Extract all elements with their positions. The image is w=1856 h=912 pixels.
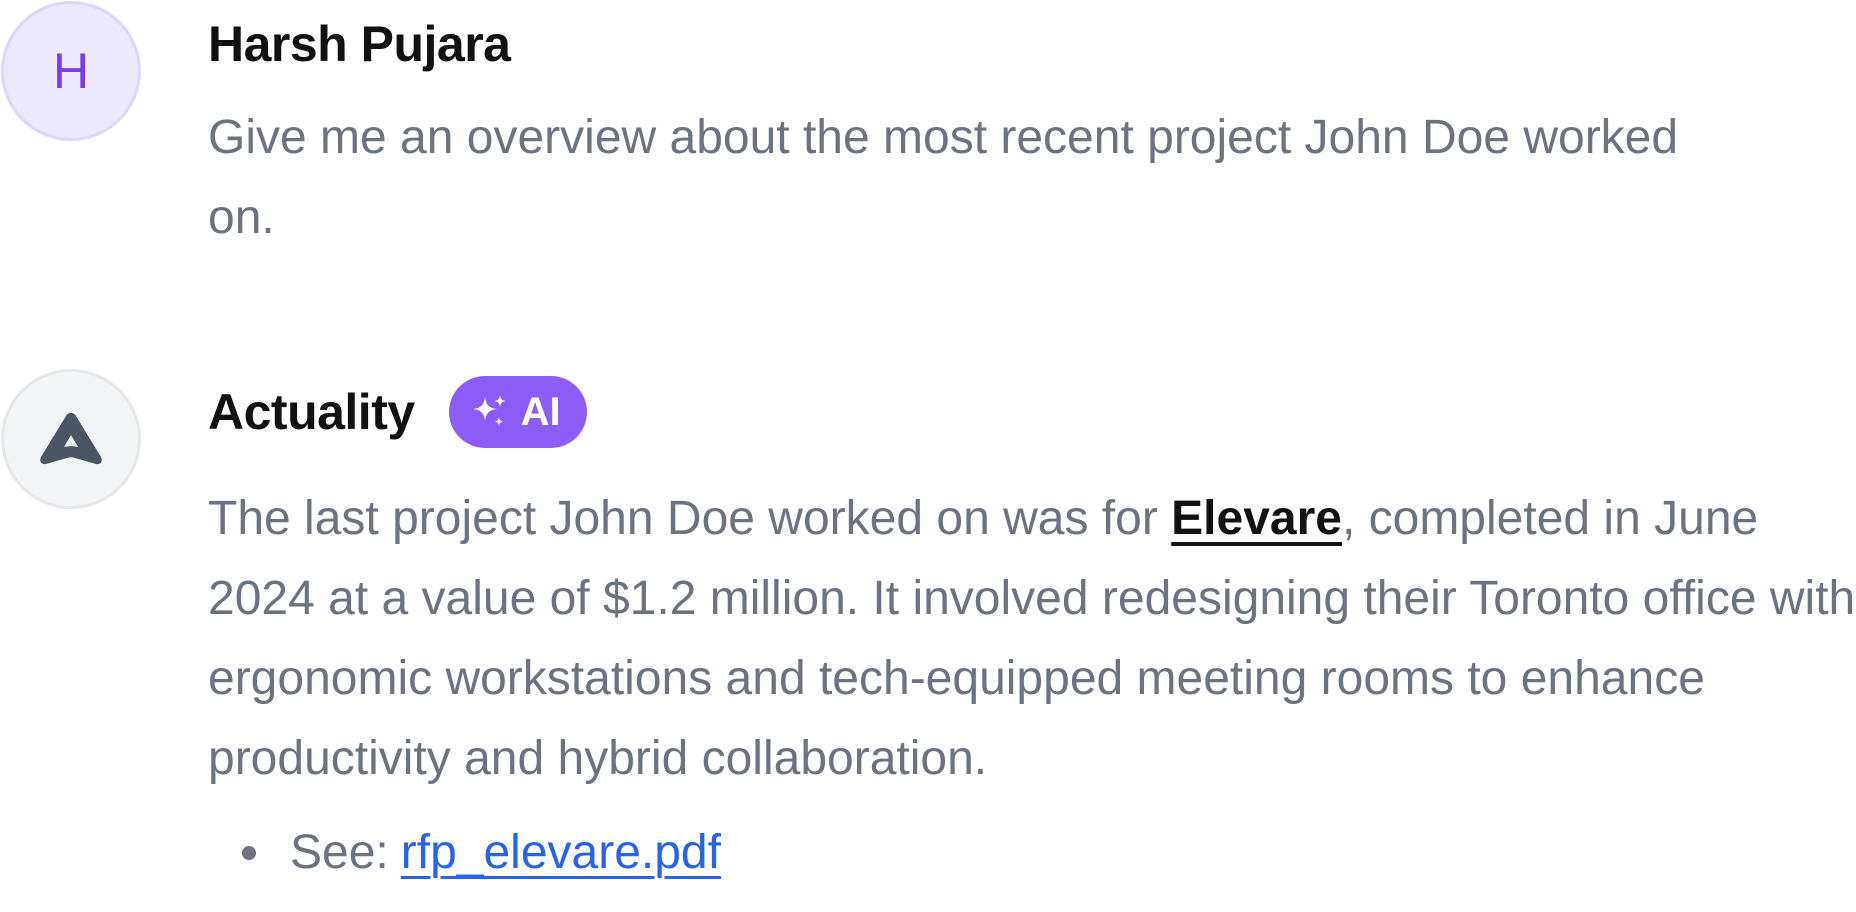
user-message-text: Give me an overview about the most recen… <box>208 111 1679 244</box>
assistant-message-content: Actuality AI The last project John Doe w… <box>208 368 1856 897</box>
ai-badge: AI <box>448 376 587 448</box>
assistant-avatar <box>1 369 141 509</box>
source-file-link[interactable]: rfp_elevare.pdf <box>401 809 721 897</box>
assistant-sender-name: Actuality <box>208 384 415 440</box>
assistant-text-before-link: The last project John Doe worked on was … <box>208 492 1172 545</box>
user-sender-name: Harsh Pujara <box>208 16 511 72</box>
user-avatar: H <box>1 1 141 141</box>
sparkles-icon <box>472 395 506 426</box>
actuality-logo-icon <box>40 413 102 465</box>
assistant-message-text: The last project John Doe worked on was … <box>208 479 1856 799</box>
source-list-item: See: rfp_elevare.pdf <box>208 809 1856 897</box>
assistant-sender-row: Actuality AI <box>208 368 1856 456</box>
source-list: See: rfp_elevare.pdf <box>208 809 1856 897</box>
source-prefix: See: <box>290 826 389 879</box>
elevare-entity-link[interactable]: Elevare <box>1171 492 1342 545</box>
user-avatar-initial: H <box>52 43 90 99</box>
bullet-icon <box>242 846 256 860</box>
user-sender-row: Harsh Pujara <box>208 0 1856 88</box>
user-message-content: Harsh Pujara Give me an overview about t… <box>208 0 1856 258</box>
ai-badge-label: AI <box>520 389 561 434</box>
